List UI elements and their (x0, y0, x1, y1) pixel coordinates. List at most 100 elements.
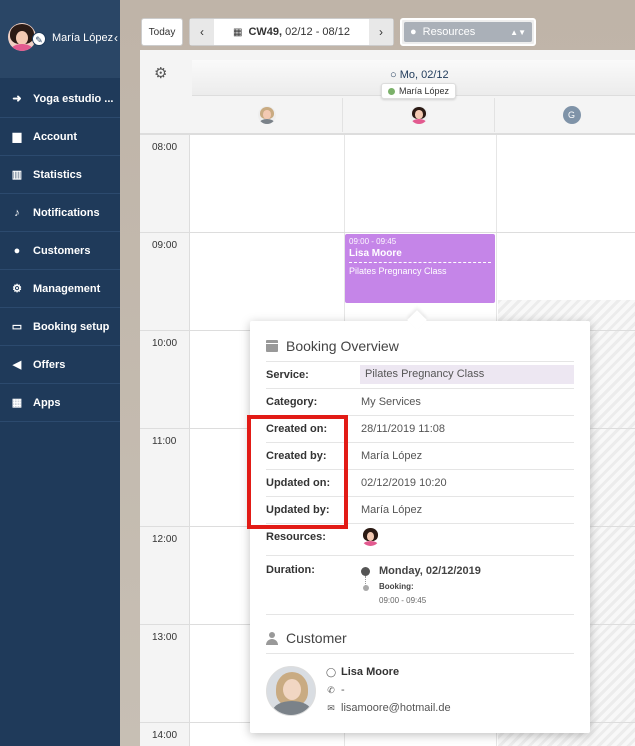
next-week-button[interactable]: › (369, 19, 393, 45)
sidebar-item-label: Offers (33, 358, 66, 371)
booking-event[interactable]: 09:00 - 09:45 Lisa Moore Pilates Pregnan… (345, 234, 495, 303)
sidebar: ✎ María López ‹ ➜ Yoga estudio ... ▆ Accou… (0, 0, 120, 746)
highlight-box (247, 415, 348, 529)
megaphone-icon: ◀ (12, 359, 22, 371)
user-name: María López (52, 32, 114, 44)
day-label[interactable]: ○ Mo, 02/12 (390, 69, 449, 81)
category-row: Category: My Services (266, 388, 574, 415)
sidebar-item-label: Statistics (33, 168, 82, 181)
user-icon: ◯ (326, 666, 337, 677)
avatar (361, 527, 380, 546)
event-customer: Lisa Moore (349, 248, 402, 259)
tooltip-text: María López (399, 86, 450, 96)
customer-name[interactable]: Lisa Moore (341, 666, 399, 678)
timeline-dot-icon (361, 567, 370, 576)
sidebar-item-yoga-estudio[interactable]: ➜ Yoga estudio ... (0, 80, 120, 118)
duration-booking-label: Booking: (379, 582, 414, 591)
envelope-icon: ✉ (327, 702, 335, 713)
sidebar-item-customers[interactable]: ● Customers (0, 232, 120, 270)
gear-icon[interactable]: ⚙ (154, 64, 167, 82)
customer-name-line: ◯ Lisa Moore (326, 666, 399, 678)
resource-column-3[interactable]: G (496, 98, 635, 132)
customer-phone-line: ✆ - (326, 684, 345, 696)
user-header[interactable]: ✎ María López ‹ (0, 0, 120, 78)
customer-email[interactable]: lisamoore@hotmail.de (341, 702, 451, 714)
time-label: 08:00 (152, 142, 178, 153)
avatar (258, 106, 276, 124)
sidebar-item-account[interactable]: ▆ Account (0, 118, 120, 156)
resources-select-value: Resources (422, 26, 476, 38)
week-range: 02/12 - 08/12 (285, 26, 350, 38)
popover-heading: Booking Overview (286, 338, 399, 354)
week-number: CW49, (248, 26, 283, 38)
sidebar-item-label: Booking setup (33, 320, 110, 333)
chevron-right-icon: › (379, 25, 383, 39)
time-label: 14:00 (152, 730, 178, 741)
phone-icon: ✆ (327, 684, 335, 695)
arrow-circle-icon: ➜ (12, 93, 22, 105)
sidebar-item-label: Customers (33, 244, 91, 257)
customer-avatar (266, 666, 316, 716)
duration-date: Monday, 02/12/2019 (379, 565, 481, 577)
time-label: 12:00 (152, 534, 178, 545)
sidebar-item-statistics[interactable]: ▥ Statistics (0, 156, 120, 194)
customer-title: Customer (266, 630, 347, 646)
avatar: G (562, 106, 581, 124)
calendar-icon (266, 340, 278, 352)
category-label: Category: (266, 396, 318, 408)
service-value[interactable]: Pilates Pregnancy Class (360, 365, 574, 384)
today-button[interactable]: Today (141, 18, 183, 46)
updated-on-value: 02/12/2019 10:20 (361, 477, 447, 489)
bell-icon: ♪ (14, 206, 20, 219)
resource-column-1[interactable] (192, 98, 343, 132)
time-label: 11:00 (152, 436, 177, 447)
user-icon: ● (410, 26, 417, 38)
prev-week-button[interactable]: ‹ (190, 19, 214, 45)
time-label: 10:00 (152, 338, 178, 349)
grid-icon: ▦ (11, 397, 23, 409)
sidebar-item-label: Notifications (33, 206, 100, 219)
week-navigator: ‹ ▦ CW49, 02/12 - 08/12 › (189, 18, 394, 46)
service-label: Service: (266, 369, 309, 381)
week-label[interactable]: ▦ CW49, 02/12 - 08/12 (214, 19, 369, 45)
resources-label: Resources: (266, 531, 326, 543)
sidebar-item-management[interactable]: ⚙ Management (0, 270, 120, 308)
calendar-header: ⚙ ○ Mo, 02/12 María López G (140, 50, 635, 134)
category-value: My Services (361, 396, 421, 408)
booking-overview-title: Booking Overview (266, 338, 399, 354)
customer-email-line: ✉ lisamoore@hotmail.de (326, 702, 451, 714)
resources-select[interactable]: ● Resources ▲▼ (400, 18, 536, 46)
laptop-icon: ▭ (11, 321, 23, 333)
sidebar-item-label: Account (33, 130, 77, 143)
timeline-dot-icon (363, 585, 369, 591)
divider (266, 614, 574, 615)
sidebar-item-booking-setup[interactable]: ▭ Booking setup (0, 308, 120, 346)
hour-line (140, 232, 635, 233)
event-time: 09:00 - 09:45 (349, 237, 397, 246)
duration-label: Duration: (266, 564, 315, 576)
event-divider (349, 262, 491, 263)
resource-column-2[interactable] (344, 98, 495, 132)
updated-by-value: María López (361, 504, 423, 516)
bar-chart-icon: ▥ (11, 169, 23, 181)
duration-row: Duration: Monday, 02/12/2019 Booking: 09… (266, 555, 574, 614)
customer-phone: - (341, 684, 345, 696)
created-on-value: 28/11/2019 11:08 (361, 423, 446, 435)
sidebar-item-offers[interactable]: ◀ Offers (0, 346, 120, 384)
chevron-left-icon: ‹ (200, 25, 204, 39)
created-by-value: María López (361, 450, 423, 462)
user-icon (266, 631, 278, 645)
event-service: Pilates Pregnancy Class (349, 266, 447, 276)
status-dot-icon (388, 87, 395, 95)
duration-time: 09:00 - 09:45 (379, 596, 427, 605)
resource-tooltip: María López (381, 83, 457, 99)
service-row: Service: Pilates Pregnancy Class (266, 361, 574, 388)
sidebar-item-label: Yoga estudio ... (33, 92, 114, 105)
sidebar-item-label: Management (33, 282, 101, 295)
sidebar-item-notifications[interactable]: ♪ Notifications (0, 194, 120, 232)
sidebar-item-apps[interactable]: ▦ Apps (0, 384, 120, 422)
avatar (410, 106, 428, 124)
pencil-icon[interactable]: ✎ (32, 32, 46, 46)
time-label: 09:00 (152, 240, 178, 251)
hour-line (140, 134, 635, 135)
